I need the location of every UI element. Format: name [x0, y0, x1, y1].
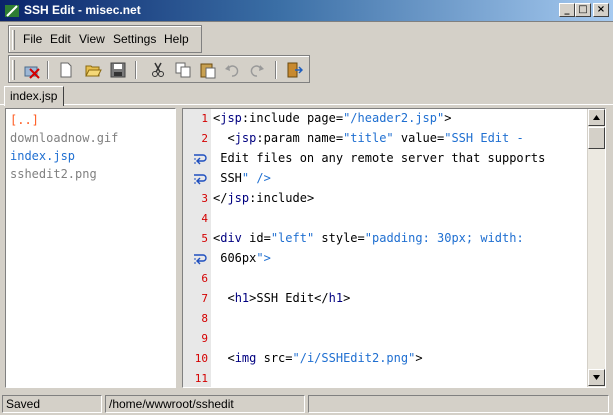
code-line[interactable]: </jsp:include>	[213, 191, 314, 205]
menu-file[interactable]: File	[23, 32, 42, 46]
code-line[interactable]: SSH" />	[213, 171, 271, 185]
line-number: 4	[201, 212, 208, 225]
line-number: 6	[201, 272, 208, 285]
copy-icon[interactable]	[174, 61, 192, 79]
scroll-down-button[interactable]	[588, 369, 605, 386]
file-list-item[interactable]: index.jsp	[10, 149, 75, 163]
line-number: 9	[201, 332, 208, 345]
toolbar-grip[interactable]	[12, 60, 15, 80]
save-icon[interactable]	[109, 61, 127, 79]
code-line[interactable]: Edit files on any remote server that sup…	[213, 151, 545, 165]
toolbar-separator	[135, 61, 137, 79]
disconnect-icon[interactable]	[23, 61, 41, 79]
tab-strip: index.jsp	[0, 86, 613, 106]
code-line[interactable]: 606px">	[213, 251, 271, 265]
file-list: [..] downloadnow.gif index.jsp sshedit2.…	[5, 108, 176, 388]
file-list-item[interactable]: downloadnow.gif	[10, 131, 118, 145]
file-list-item[interactable]: sshedit2.png	[10, 167, 97, 181]
status-path: /home/wwwroot/sshedit	[105, 395, 305, 413]
code-line[interactable]: <img src="/i/SSHEdit2.png">	[213, 351, 422, 365]
code-line[interactable]: <jsp:include page="/header2.jsp">	[213, 111, 451, 125]
menu-help[interactable]: Help	[164, 32, 189, 46]
word-wrap-icon	[194, 174, 207, 185]
vertical-scrollbar[interactable]	[587, 109, 605, 387]
line-number: 10	[194, 352, 208, 365]
undo-icon[interactable]	[223, 61, 241, 79]
line-number: 5	[201, 232, 208, 245]
open-folder-icon[interactable]	[84, 61, 102, 79]
title-bar: SSH Edit - misec.net _ □ ×	[0, 0, 613, 22]
line-gutter	[183, 109, 211, 387]
new-file-icon[interactable]	[57, 61, 75, 79]
toolbar-separator	[275, 61, 277, 79]
menu-edit[interactable]: Edit	[50, 32, 71, 46]
close-button[interactable]: ×	[593, 3, 609, 17]
line-number: 8	[201, 312, 208, 325]
menu-bar: File Edit View Settings Help	[8, 25, 202, 53]
line-number: 7	[201, 292, 208, 305]
status-state: Saved	[2, 395, 102, 413]
maximize-button[interactable]: □	[575, 3, 591, 17]
status-extra	[308, 395, 609, 413]
code-line[interactable]: <jsp:param name="title" value="SSH Edit …	[213, 131, 523, 145]
code-line[interactable]: <div id="left" style="padding: 30px; wid…	[213, 231, 524, 245]
line-number: 3	[201, 192, 208, 205]
redo-icon[interactable]	[248, 61, 266, 79]
paste-icon[interactable]	[199, 61, 217, 79]
line-number: 1	[201, 112, 208, 125]
code-line[interactable]: <h1>SSH Edit</h1>	[213, 291, 350, 305]
line-number: 2	[201, 132, 208, 145]
tab-index-jsp[interactable]: index.jsp	[4, 86, 64, 106]
status-bar: Saved /home/wwwroot/sshedit	[0, 394, 613, 415]
cut-icon[interactable]	[149, 61, 167, 79]
minimize-button[interactable]: _	[559, 3, 575, 17]
file-list-item[interactable]: [..]	[10, 113, 39, 127]
arrow-down-icon	[593, 375, 600, 380]
scroll-thumb[interactable]	[588, 127, 605, 149]
toolbar	[8, 55, 310, 83]
toolbar-separator	[47, 61, 49, 79]
word-wrap-icon	[194, 154, 207, 165]
menu-settings[interactable]: Settings	[113, 32, 156, 46]
scroll-up-button[interactable]	[588, 109, 605, 126]
app-icon	[5, 5, 19, 17]
code-editor[interactable]: 1 <jsp:include page="/header2.jsp"> 2 <jsp…	[182, 108, 606, 388]
window-title: SSH Edit - misec.net	[24, 3, 141, 17]
menubar-grip[interactable]	[12, 30, 15, 50]
arrow-up-icon	[593, 115, 600, 120]
word-wrap-icon	[194, 254, 207, 265]
menu-view[interactable]: View	[79, 32, 105, 46]
exit-icon[interactable]	[285, 61, 303, 79]
line-number: 11	[194, 372, 208, 385]
